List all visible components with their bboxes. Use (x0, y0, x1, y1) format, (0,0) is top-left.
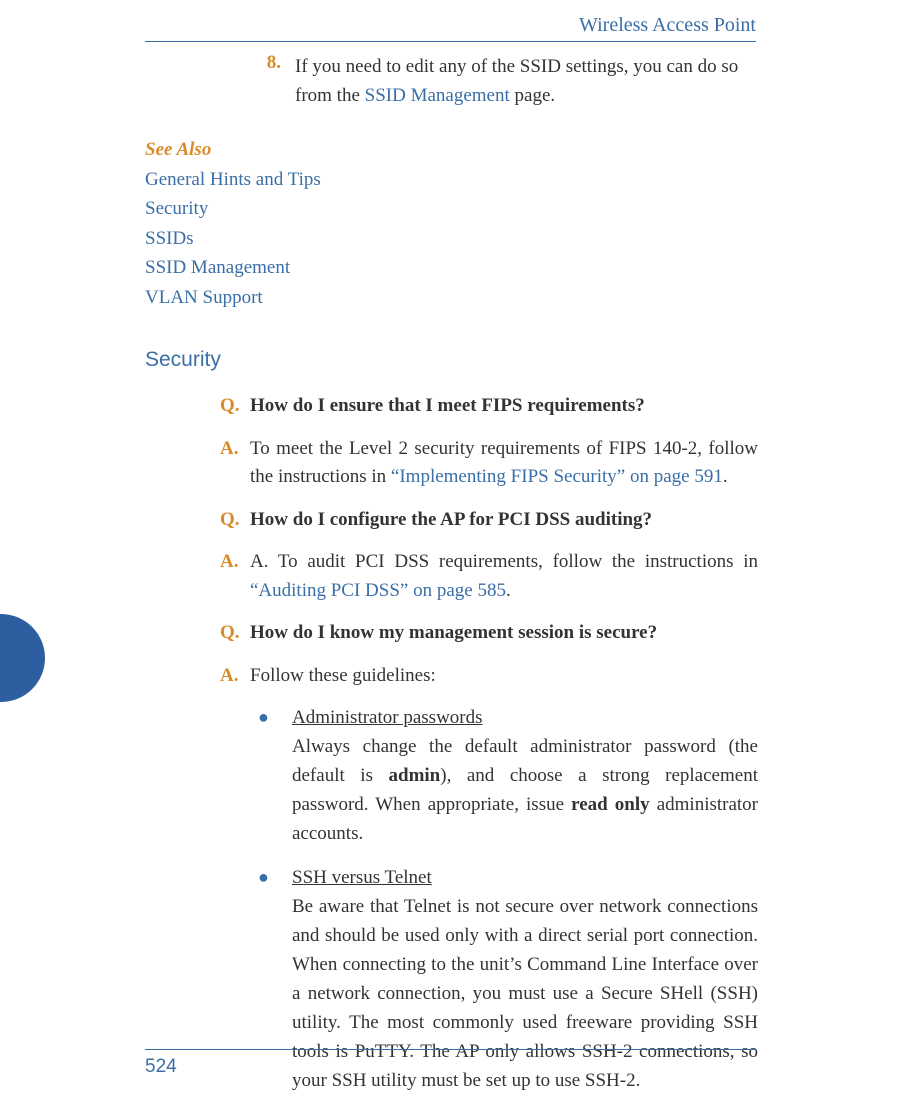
bullet-bold1: admin (389, 765, 441, 786)
header-rule (145, 41, 756, 42)
bullet-bold2: read only (571, 794, 650, 815)
see-also-list: General Hints and Tips Security SSIDs SS… (145, 165, 758, 312)
a-marker: A. (220, 662, 250, 691)
page-footer: 524 (145, 1049, 756, 1078)
q-text: How do I ensure that I meet FIPS require… (250, 392, 758, 421)
qa-question: Q. How do I know my management session i… (220, 619, 758, 648)
link-ssid-management[interactable]: SSID Management (365, 85, 510, 106)
bullet-title: Administrator passwords (292, 707, 483, 728)
step-text-after: page. (510, 85, 555, 106)
qa-question: Q. How do I configure the AP for PCI DSS… (220, 506, 758, 535)
qa-answer: A. A. To audit PCI DSS requirements, fol… (220, 548, 758, 605)
qa-answer: A. Follow these guidelines: (220, 662, 758, 691)
footer-rule (145, 1049, 756, 1050)
qa-answer: A. To meet the Level 2 security requirem… (220, 435, 758, 492)
link-pci-dss[interactable]: “Auditing PCI DSS” on page 585 (250, 580, 506, 601)
section-heading-security: Security (145, 348, 758, 372)
q-text: How do I configure the AP for PCI DSS au… (250, 506, 758, 535)
a-marker: A. (220, 435, 250, 492)
qa-question: Q. How do I ensure that I meet FIPS requ… (220, 392, 758, 421)
see-also-heading: See Also (145, 139, 758, 161)
q-marker: Q. (220, 392, 250, 421)
body: 8. If you need to edit any of the SSID s… (145, 52, 758, 1111)
page-header: Wireless Access Point (145, 14, 756, 42)
bullet-item: ● Administrator passwords Always change … (258, 704, 758, 848)
bullet-title: SSH versus Telnet (292, 867, 432, 888)
see-also-item[interactable]: SSIDs (145, 224, 758, 253)
q-marker: Q. (220, 619, 250, 648)
a-text: To meet the Level 2 security requirement… (250, 435, 758, 492)
q-marker: Q. (220, 506, 250, 535)
header-title: Wireless Access Point (145, 14, 756, 37)
see-also-item[interactable]: VLAN Support (145, 283, 758, 312)
a-text: Follow these guidelines: (250, 662, 758, 691)
page: Wireless Access Point 8. If you need to … (0, 0, 901, 1110)
a-marker: A. (220, 548, 250, 605)
a-before: A. To audit PCI DSS requirements, follow… (250, 551, 758, 572)
q-text: How do I know my management session is s… (250, 619, 758, 648)
see-also-item[interactable]: SSID Management (145, 253, 758, 282)
bullet-content: Administrator passwords Always change th… (292, 704, 758, 848)
qa-block: Q. How do I ensure that I meet FIPS requ… (220, 392, 758, 1095)
guidelines-list: ● Administrator passwords Always change … (220, 704, 758, 1095)
link-fips-security[interactable]: “Implementing FIPS Security” on page 591 (391, 466, 723, 487)
step-content: If you need to edit any of the SSID sett… (295, 52, 758, 111)
a-before: Follow these guidelines: (250, 665, 436, 686)
a-after: . (723, 466, 728, 487)
step-8: 8. If you need to edit any of the SSID s… (145, 52, 758, 111)
see-also-item[interactable]: General Hints and Tips (145, 165, 758, 194)
a-text: A. To audit PCI DSS requirements, follow… (250, 548, 758, 605)
see-also-item[interactable]: Security (145, 194, 758, 223)
bullet-icon: ● (258, 704, 292, 848)
step-marker: 8. (145, 52, 295, 111)
page-number: 524 (145, 1056, 756, 1078)
a-after: . (506, 580, 511, 601)
side-tab-indicator (0, 614, 45, 702)
